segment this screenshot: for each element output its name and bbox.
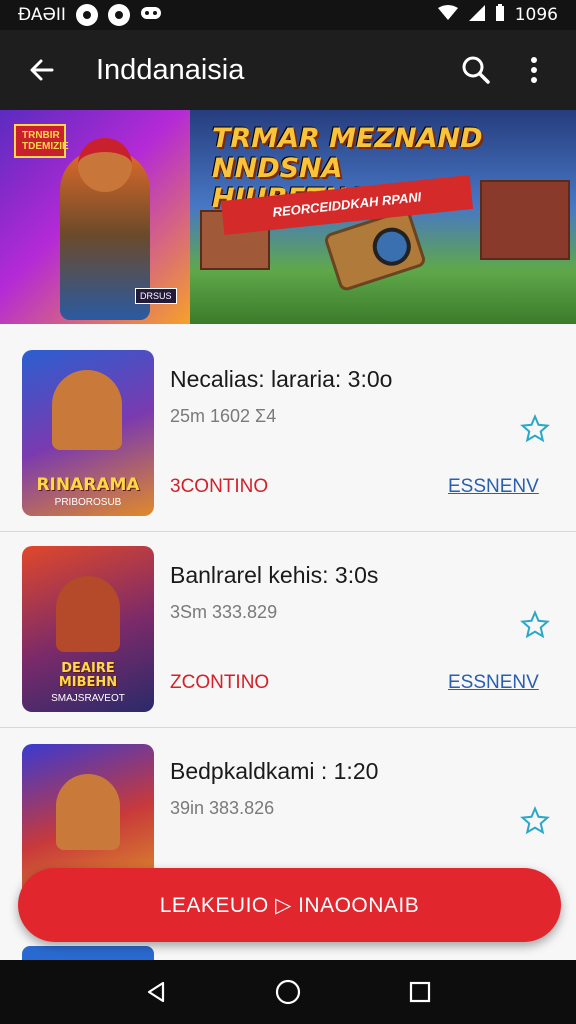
item-title: Necalias: lararia: 3:0o	[170, 366, 393, 392]
primary-action-button[interactable]: LEAKEUIO ▷ INAOONAIB	[18, 868, 561, 942]
star-icon[interactable]	[520, 413, 552, 446]
character-figure	[52, 370, 122, 450]
battery-icon	[495, 3, 505, 27]
list-item[interactable]: DEAIRE MIBEHN SMAJSRAVEOT Banlrarel kehi…	[0, 532, 576, 728]
status-label: ZCONTINO	[170, 672, 270, 693]
wifi-icon	[437, 4, 459, 26]
notification-icon	[75, 4, 98, 26]
details-link[interactable]: ESSNENV	[448, 672, 539, 694]
thumbnail-subtitle: PRIBOROSUB	[54, 497, 122, 508]
thumbnail-title: DEAIRE MIBEHN	[58, 661, 118, 690]
more-vert-icon[interactable]	[514, 50, 554, 90]
banner-badge: DRSUS	[135, 288, 177, 304]
next-item-peek	[22, 946, 154, 960]
status-left: ÐAƏII	[18, 4, 162, 26]
nav-home-icon[interactable]	[268, 972, 308, 1012]
promo-banner[interactable]: TRNBIR TDEMIZIE DRSUS TRMAR MEZNAND NNDS…	[0, 110, 576, 324]
notification-icon	[107, 4, 130, 26]
page-title: Inddanaisia	[96, 53, 245, 86]
item-title: Banlrarel kehis: 3:0s	[170, 562, 379, 588]
item-meta: 25m 1602 Σ4	[170, 406, 277, 426]
clock: 1096	[514, 5, 558, 25]
system-nav-bar	[0, 960, 576, 1024]
details-link[interactable]: ESSNENV	[448, 476, 539, 498]
signal-icon	[468, 4, 485, 26]
status-bar: ÐAƏII 1096	[0, 0, 576, 30]
game-thumbnail: RINARAMA PRIBOROSUB	[22, 350, 154, 516]
character-figure	[56, 576, 120, 652]
game-controller-icon	[140, 5, 162, 26]
app-bar: Inddanaisia	[0, 30, 576, 110]
banner-tag: TRNBIR TDEMIZIE	[14, 124, 69, 158]
search-icon[interactable]	[456, 50, 496, 90]
item-meta: 39in 383.826	[170, 798, 275, 818]
list-item[interactable]: RINARAMA PRIBOROSUB Necalias: lararia: 3…	[0, 336, 576, 532]
status-right: 1096	[437, 3, 558, 27]
nav-back-icon[interactable]	[136, 972, 176, 1012]
carrier-label: ÐAƏII	[18, 5, 66, 25]
item-meta: 3Sm 333.829	[170, 602, 278, 622]
character-figure	[56, 774, 120, 850]
game-list: RINARAMA PRIBOROSUB Necalias: lararia: 3…	[0, 324, 576, 960]
thumbnail-subtitle: SMAJSRAVEOT	[51, 693, 125, 704]
item-title: Bedpkaldkami : 1:20	[170, 758, 379, 784]
star-icon[interactable]	[520, 609, 552, 642]
game-thumbnail: DEAIRE MIBEHN SMAJSRAVEOT	[22, 546, 154, 712]
hero-character-head	[78, 138, 132, 192]
star-icon[interactable]	[520, 805, 552, 838]
status-label: 3CONTINO	[170, 476, 269, 497]
thumbnail-title: RINARAMA	[36, 475, 140, 495]
back-arrow-icon[interactable]	[22, 50, 62, 90]
nav-recents-icon[interactable]	[400, 972, 440, 1012]
